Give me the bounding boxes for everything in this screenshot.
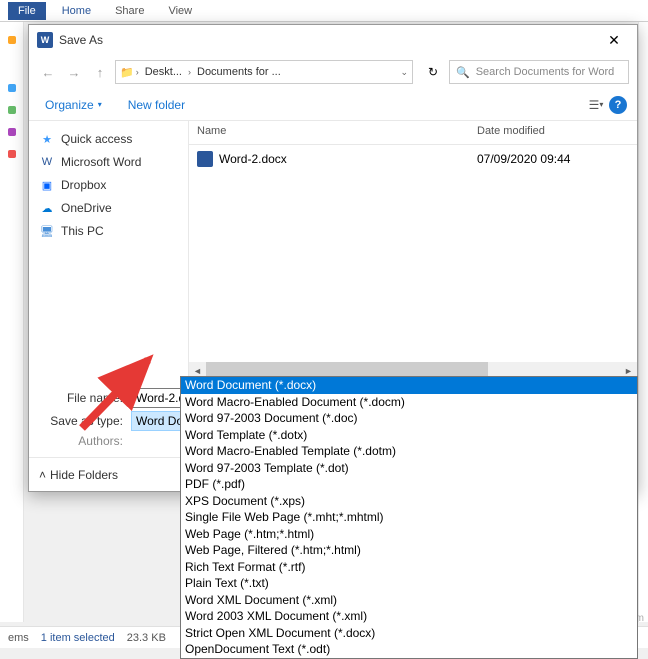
dropdown-option[interactable]: Word Macro-Enabled Template (*.dotm) xyxy=(181,443,637,460)
dropdown-option[interactable]: PDF (*.pdf) xyxy=(181,476,637,493)
search-input[interactable]: 🔍 Search Documents for Word xyxy=(449,60,629,84)
dropdown-option[interactable]: XPS Document (*.xps) xyxy=(181,493,637,510)
dropdown-option[interactable]: Word Template (*.dotx) xyxy=(181,427,637,444)
tree-item[interactable]: ▣ Dropbox xyxy=(33,174,184,196)
tree-label: Quick access xyxy=(61,132,132,146)
chevron-up-icon: ˄ xyxy=(39,468,46,482)
file-list: Name Date modified Word-2.docx 07/09/202… xyxy=(189,121,637,379)
dropdown-option[interactable]: Strict Open XML Document (*.docx) xyxy=(181,625,637,642)
search-icon: 🔍 xyxy=(456,66,470,79)
dropdown-option[interactable]: Web Page (*.htm;*.html) xyxy=(181,526,637,543)
docx-icon xyxy=(197,151,213,167)
toolbar: Organize▾ New folder ☰▾ ? xyxy=(29,89,637,121)
tab-home[interactable]: Home xyxy=(50,2,103,20)
dropdown-option[interactable]: Word Macro-Enabled Document (*.docm) xyxy=(181,394,637,411)
help-button[interactable]: ? xyxy=(609,96,627,114)
file-name: Word-2.docx xyxy=(219,152,287,166)
close-button[interactable]: ✕ xyxy=(599,25,629,55)
titlebar: W Save As ✕ xyxy=(29,25,637,55)
tree-icon: ★ xyxy=(39,131,55,147)
nav-forward-icon[interactable]: → xyxy=(63,61,85,83)
word-icon: W xyxy=(37,32,53,48)
dropdown-option[interactable]: Word 2003 XML Document (*.xml) xyxy=(181,608,637,625)
hide-folders-button[interactable]: ˄ Hide Folders xyxy=(39,468,118,482)
view-options-button[interactable]: ☰▾ xyxy=(583,94,609,116)
tab-view[interactable]: View xyxy=(156,2,204,20)
status-items: ems xyxy=(8,632,29,644)
chevron-right-icon: › xyxy=(136,67,139,77)
status-selected: 1 item selected xyxy=(41,632,115,644)
tab-share[interactable]: Share xyxy=(103,2,156,20)
breadcrumb-seg-1[interactable]: Deskt... xyxy=(141,66,186,78)
tree-item[interactable]: ☁ OneDrive xyxy=(33,197,184,219)
ribbon: File Home Share View xyxy=(0,0,648,22)
organize-button[interactable]: Organize▾ xyxy=(39,94,108,116)
tree-icon: ☁ xyxy=(39,200,55,216)
tree-item[interactable]: W Microsoft Word xyxy=(33,151,184,173)
dropdown-option[interactable]: Word 97-2003 Document (*.doc) xyxy=(181,410,637,427)
column-headers: Name Date modified xyxy=(189,121,637,145)
dropdown-option[interactable]: Web Page, Filtered (*.htm;*.html) xyxy=(181,542,637,559)
nav-toolbar: ← → ↑ 📁 › Deskt... › Documents for ... ⌄… xyxy=(29,55,637,89)
file-date: 07/09/2020 09:44 xyxy=(469,148,578,170)
status-size: 23.3 KB xyxy=(127,632,166,644)
column-date[interactable]: Date modified xyxy=(469,121,553,144)
dropdown-option[interactable]: Word XML Document (*.xml) xyxy=(181,592,637,609)
breadcrumb-seg-2[interactable]: Documents for ... xyxy=(193,66,285,78)
content-area: ★ Quick access W Microsoft Word ▣ Dropbox ☁ One… xyxy=(29,121,637,379)
authors-label: Authors: xyxy=(39,434,131,448)
savetype-label: Save as type: xyxy=(39,414,131,428)
breadcrumb[interactable]: 📁 › Deskt... › Documents for ... ⌄ xyxy=(115,60,413,84)
nav-up-icon[interactable]: ↑ xyxy=(89,61,111,83)
dropdown-option[interactable]: Rich Text Format (*.rtf) xyxy=(181,559,637,576)
tree-label: Dropbox xyxy=(61,178,106,192)
nav-back-icon[interactable]: ← xyxy=(37,61,59,83)
tree-label: Microsoft Word xyxy=(61,155,141,169)
background-sidebar xyxy=(0,22,24,622)
refresh-button[interactable]: ↻ xyxy=(421,60,445,84)
tree-label: OneDrive xyxy=(61,201,112,215)
tab-file[interactable]: File xyxy=(8,2,46,20)
dropdown-option[interactable]: OpenDocument Text (*.odt) xyxy=(181,641,637,658)
chevron-down-icon[interactable]: ⌄ xyxy=(400,67,408,78)
dropdown-option[interactable]: Word Document (*.docx) xyxy=(181,377,637,394)
chevron-down-icon: ▾ xyxy=(98,100,102,109)
savetype-dropdown[interactable]: Word Document (*.docx)Word Macro-Enabled… xyxy=(180,376,638,659)
chevron-right-icon: › xyxy=(188,67,191,77)
dropdown-option[interactable]: Single File Web Page (*.mht;*.mhtml) xyxy=(181,509,637,526)
background-right xyxy=(638,22,648,622)
search-placeholder: Search Documents for Word xyxy=(476,66,615,78)
dropdown-option[interactable]: Plain Text (*.txt) xyxy=(181,575,637,592)
filename-label: File name: xyxy=(39,391,131,405)
dropdown-option[interactable]: Word 97-2003 Template (*.dot) xyxy=(181,460,637,477)
navigation-tree: ★ Quick access W Microsoft Word ▣ Dropbox ☁ One… xyxy=(29,121,189,379)
tree-item[interactable]: ★ Quick access xyxy=(33,128,184,150)
dialog-title: Save As xyxy=(59,33,599,47)
new-folder-button[interactable]: New folder xyxy=(122,94,191,116)
tree-item[interactable]: 🖥 This PC xyxy=(33,220,184,242)
tree-icon: W xyxy=(39,154,55,170)
tree-icon: ▣ xyxy=(39,177,55,193)
tree-icon: 🖥 xyxy=(39,223,55,239)
tree-label: This PC xyxy=(61,224,104,238)
folder-icon: 📁 xyxy=(120,66,134,79)
column-name[interactable]: Name xyxy=(189,121,469,144)
file-row[interactable]: Word-2.docx 07/09/2020 09:44 xyxy=(189,145,637,173)
